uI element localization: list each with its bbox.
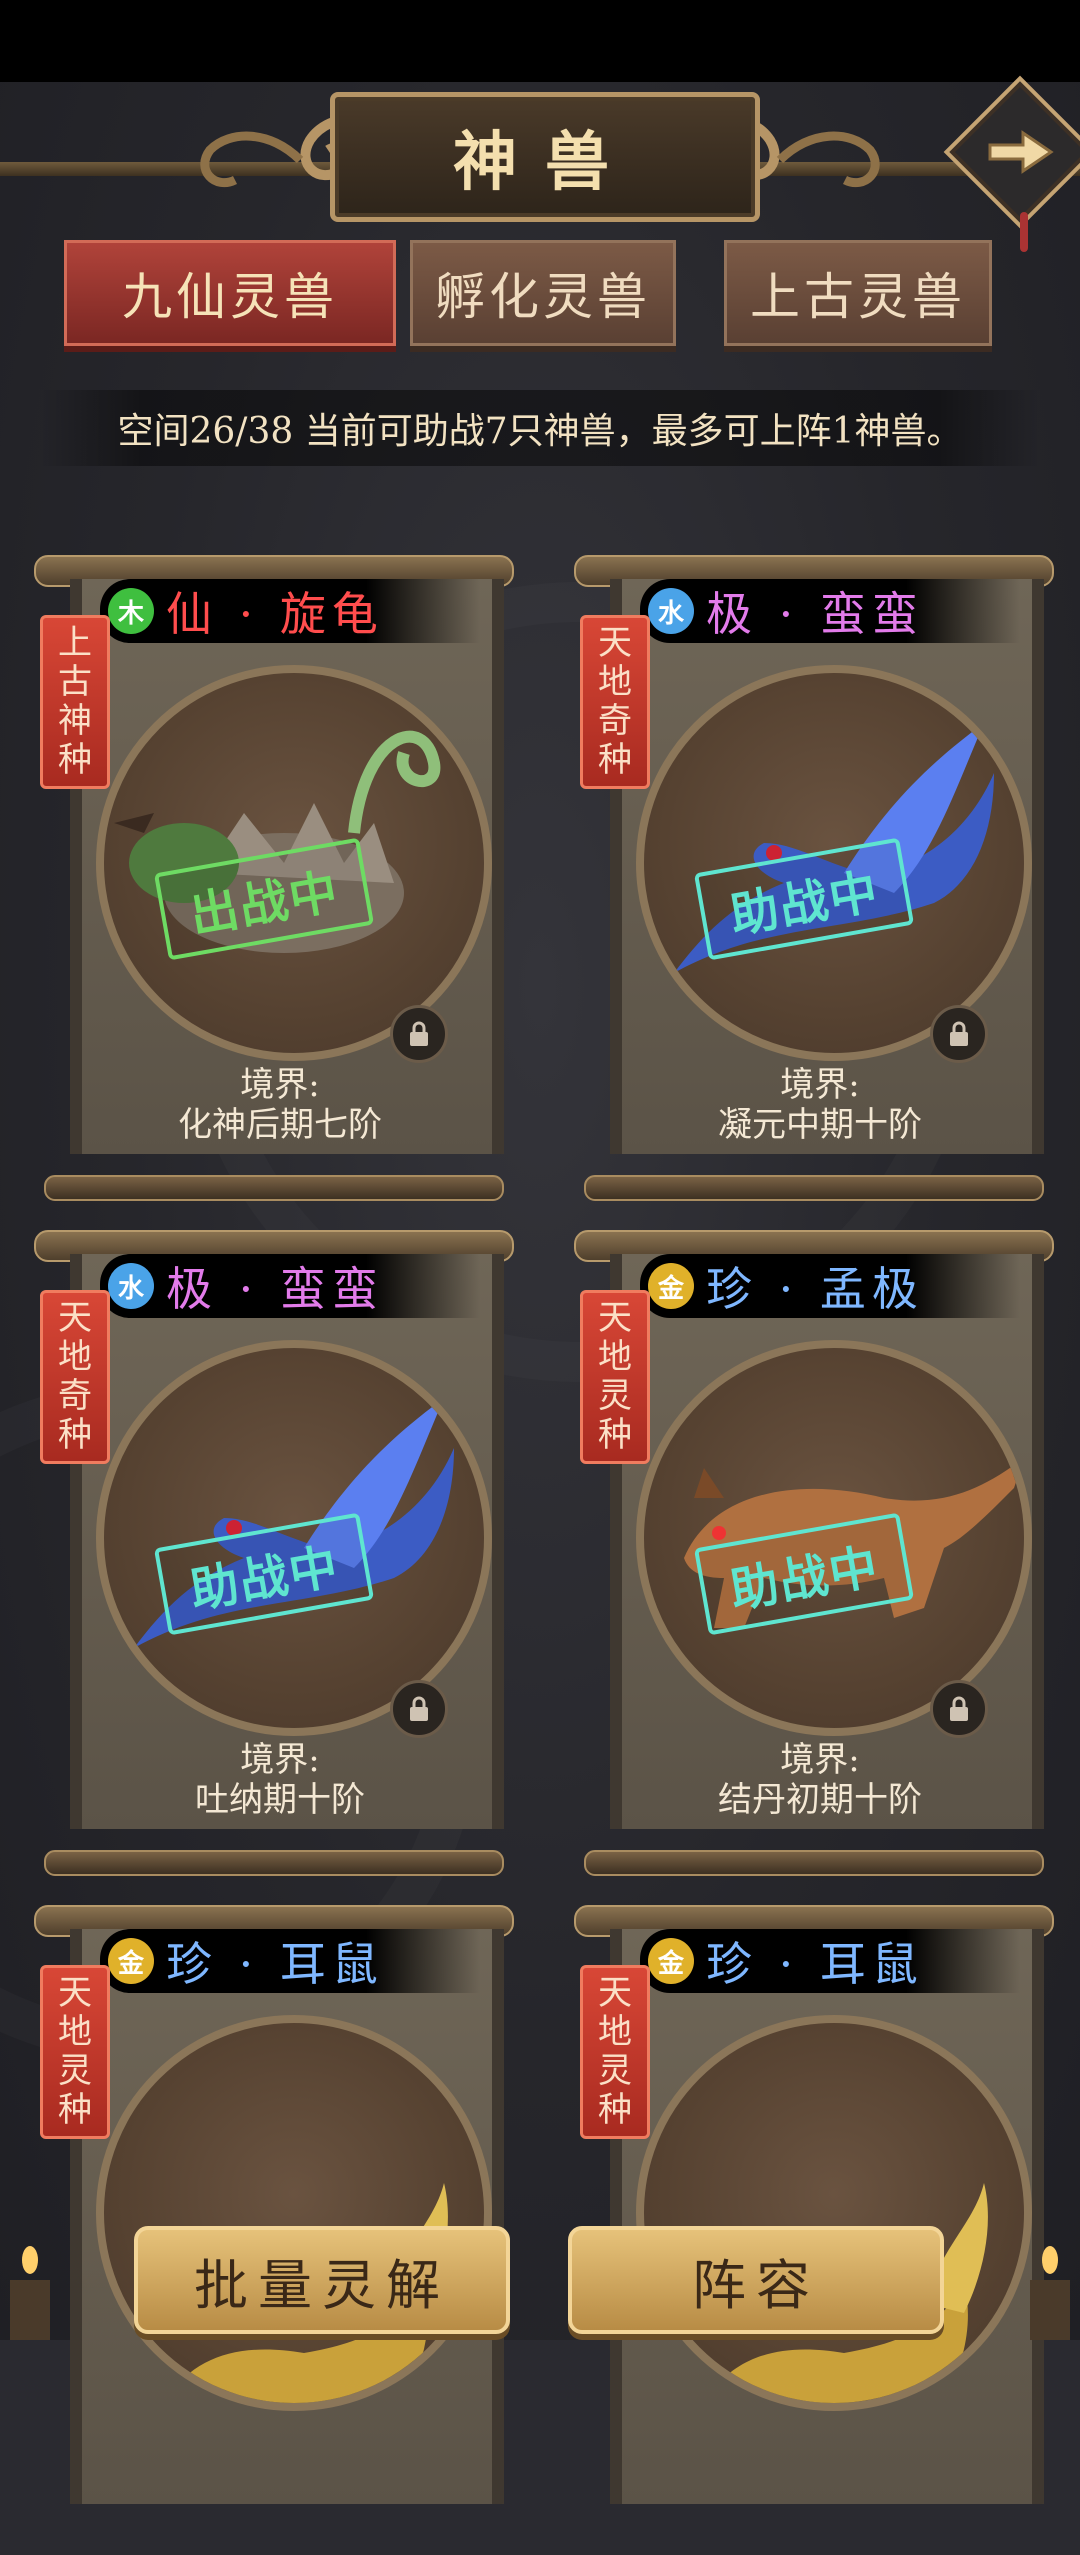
- beast-card[interactable]: 金 珍 · 孟极 天 地 灵 种 助战中 境界: 结丹初期十阶: [574, 1230, 1054, 1880]
- tab-nine-immortal-beasts[interactable]: 九仙灵兽: [64, 240, 396, 346]
- badge-char: 上: [58, 623, 92, 663]
- realm-value: 结丹初期十阶: [718, 1780, 922, 1820]
- beast-name: 仙 · 旋龟: [166, 587, 384, 641]
- status-bar: [0, 0, 1080, 82]
- element-icon: 金: [648, 1938, 694, 1984]
- beast-name: 珍 · 孟极: [706, 1262, 924, 1316]
- badge-char: 种: [58, 1415, 92, 1455]
- rarity-badge: 天 地 灵 种: [580, 1290, 650, 1464]
- badge-char: 天: [598, 623, 632, 663]
- badge-char: 天: [598, 1298, 632, 1338]
- badge-char: 奇: [58, 1376, 92, 1416]
- beast-name-banner: 木 仙 · 旋龟: [100, 579, 480, 643]
- scroll-rod-bottom: [44, 1850, 504, 1876]
- badge-char: 种: [58, 740, 92, 780]
- realm-value: 凝元中期十阶: [718, 1105, 922, 1145]
- badge-char: 天: [58, 1298, 92, 1338]
- header: 神兽: [0, 75, 1080, 252]
- badge-char: 灵: [58, 2051, 92, 2091]
- element-label: 木: [117, 598, 144, 629]
- beast-name: 珍 · 耳鼠: [166, 1937, 384, 1991]
- lock-icon[interactable]: [930, 1680, 988, 1738]
- title-plate: 神兽: [330, 92, 760, 222]
- beast-card[interactable]: 水 极 · 蛮蛮 天 地 奇 种 助战中 境界: 凝元中期十阶: [574, 555, 1054, 1205]
- badge-char: 天: [598, 1973, 632, 2013]
- element-icon: 木: [108, 588, 154, 634]
- rarity-badge: 天 地 奇 种: [40, 1290, 110, 1464]
- lineup-button[interactable]: 阵容: [568, 2226, 944, 2334]
- lock-icon[interactable]: [930, 1005, 988, 1063]
- rarity-badge: 天 地 灵 种: [580, 1965, 650, 2139]
- beast-name-banner: 水 极 · 蛮蛮: [640, 579, 1020, 643]
- beast-name-banner: 金 珍 · 孟极: [640, 1254, 1020, 1318]
- batch-release-button[interactable]: 批量灵解: [134, 2226, 510, 2334]
- badge-char: 灵: [598, 2051, 632, 2091]
- batch-release-label: 批量灵解: [194, 2253, 450, 2317]
- beast-card[interactable]: 水 极 · 蛮蛮 天 地 奇 种 助战中 境界: 吐纳期十阶: [34, 1230, 514, 1880]
- element-icon: 金: [108, 1938, 154, 1984]
- badge-char: 天: [58, 1973, 92, 2013]
- lock-icon[interactable]: [390, 1680, 448, 1738]
- scroll-rod-bottom: [584, 1850, 1044, 1876]
- beast-name-banner: 金 珍 · 耳鼠: [100, 1929, 480, 1993]
- badge-char: 种: [598, 1415, 632, 1455]
- tab-label: 九仙灵兽: [122, 268, 338, 326]
- badge-char: 地: [58, 2012, 92, 2052]
- element-label: 水: [117, 1273, 144, 1304]
- beast-card[interactable]: 木 仙 · 旋龟 上 古 神 种 出战中 境界: 化神后期七阶: [34, 555, 514, 1205]
- badge-char: 地: [598, 1337, 632, 1377]
- badge-char: 地: [598, 662, 632, 702]
- badge-char: 地: [58, 1337, 92, 1377]
- rarity-badge: 天 地 奇 种: [580, 615, 650, 789]
- beast-name: 珍 · 耳鼠: [706, 1937, 924, 1991]
- mouse-portrait-icon: [636, 2015, 1032, 2411]
- candle-right-icon: [1030, 2246, 1070, 2340]
- realm-value: 化神后期七阶: [178, 1105, 382, 1145]
- candle-left-icon: [10, 2246, 50, 2340]
- realm-value: 吐纳期十阶: [195, 1780, 365, 1820]
- beast-name-banner: 水 极 · 蛮蛮: [100, 1254, 480, 1318]
- element-label: 金: [657, 1273, 684, 1304]
- badge-char: 种: [58, 2090, 92, 2130]
- element-label: 水: [657, 598, 684, 629]
- scroll-rod-bottom: [44, 1175, 504, 1201]
- badge-char: 古: [58, 662, 92, 702]
- tassel-decoration: [1020, 212, 1028, 252]
- badge-char: 神: [58, 701, 92, 741]
- lineup-label: 阵容: [692, 2253, 820, 2317]
- page-title: 神兽: [453, 125, 637, 200]
- capacity-info: 空间26/38 当前可助战7只神兽，最多可上阵1神兽。: [40, 390, 1040, 466]
- badge-char: 种: [598, 740, 632, 780]
- beast-name-banner: 金 珍 · 耳鼠: [640, 1929, 1020, 1993]
- badge-char: 灵: [598, 1376, 632, 1416]
- tab-hatch-beasts[interactable]: 孵化灵兽: [410, 240, 676, 346]
- element-icon: 金: [648, 1263, 694, 1309]
- rarity-badge: 天 地 灵 种: [40, 1965, 110, 2139]
- scroll-rod-bottom: [584, 1175, 1044, 1201]
- tab-ancient-beasts[interactable]: 上古灵兽: [724, 240, 992, 346]
- element-label: 金: [117, 1948, 144, 1979]
- element-icon: 水: [648, 588, 694, 634]
- beast-name: 极 · 蛮蛮: [706, 587, 924, 641]
- next-arrow-icon[interactable]: [966, 98, 1074, 206]
- badge-char: 奇: [598, 701, 632, 741]
- beast-name: 极 · 蛮蛮: [166, 1262, 384, 1316]
- mouse-portrait-icon: [96, 2015, 492, 2411]
- tab-label: 上古灵兽: [750, 268, 966, 326]
- badge-char: 地: [598, 2012, 632, 2052]
- lock-icon[interactable]: [390, 1005, 448, 1063]
- element-label: 金: [657, 1948, 684, 1979]
- element-icon: 水: [108, 1263, 154, 1309]
- tab-label: 孵化灵兽: [435, 268, 651, 326]
- rarity-badge: 上 古 神 种: [40, 615, 110, 789]
- badge-char: 种: [598, 2090, 632, 2130]
